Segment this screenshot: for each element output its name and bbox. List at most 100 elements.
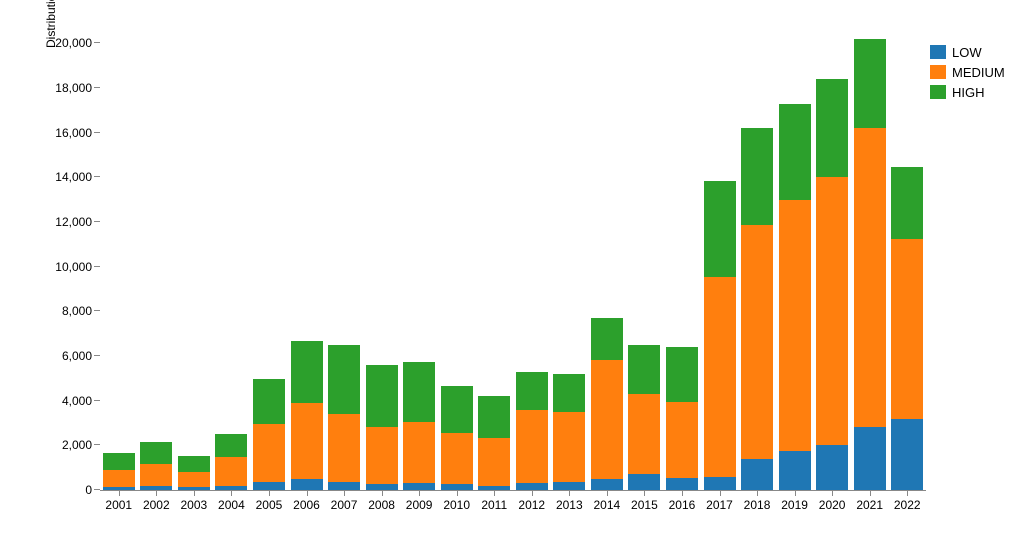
x-tick-label: 2009: [401, 498, 438, 512]
bar-segment-low: [553, 482, 585, 490]
y-tick-label: 12,000: [55, 215, 92, 229]
bar-segment-medium: [628, 394, 660, 474]
bar-segment-low: [403, 483, 435, 490]
legend-label: MEDIUM: [952, 65, 1005, 80]
bar-segment-low: [328, 482, 360, 490]
x-tick-label: 2011: [476, 498, 513, 512]
bar-segment-high: [215, 434, 247, 456]
bar-segment-medium: [779, 200, 811, 451]
y-tick-label: 8,000: [62, 304, 92, 318]
bar-segment-medium: [253, 424, 285, 482]
bar-segment-low: [441, 484, 473, 490]
y-tick-label: 4,000: [62, 394, 92, 408]
legend: LOW MEDIUM HIGH: [930, 42, 1005, 102]
bar-segment-high: [441, 386, 473, 433]
x-tick-label: 2014: [588, 498, 625, 512]
legend-swatch: [930, 65, 946, 79]
bar-segment-medium: [103, 470, 135, 487]
x-tick-label: 2004: [213, 498, 250, 512]
bar-segment-low: [103, 487, 135, 490]
bar-segment-medium: [215, 457, 247, 486]
legend-item: HIGH: [930, 82, 1005, 102]
bar-segment-medium: [666, 402, 698, 478]
bar-segment-low: [816, 445, 848, 490]
x-tick-label: 2018: [739, 498, 776, 512]
bar-segment-low: [178, 487, 210, 490]
bar-segment-high: [328, 345, 360, 414]
bar-segment-low: [253, 482, 285, 490]
x-tick-label: 2008: [363, 498, 400, 512]
x-tick-label: 2007: [326, 498, 363, 512]
y-tick-label: 6,000: [62, 349, 92, 363]
bar-segment-medium: [366, 427, 398, 484]
bar-segment-low: [854, 427, 886, 490]
legend-swatch: [930, 45, 946, 59]
bar-segment-high: [140, 442, 172, 464]
y-tick-label: 14,000: [55, 170, 92, 184]
x-tick-label: 2012: [513, 498, 550, 512]
bar-segment-high: [178, 456, 210, 472]
bar-segment-high: [628, 345, 660, 394]
bar-segment-medium: [516, 410, 548, 484]
bar-segment-medium: [403, 422, 435, 483]
x-tick-label: 2017: [701, 498, 738, 512]
x-tick-label: 2020: [814, 498, 851, 512]
y-tick-label: 2,000: [62, 438, 92, 452]
bar-segment-high: [891, 167, 923, 238]
bar-segment-medium: [140, 464, 172, 486]
x-tick-label: 2016: [663, 498, 700, 512]
bar-segment-low: [516, 483, 548, 490]
bar-segment-high: [366, 365, 398, 428]
x-tick-label: 2006: [288, 498, 325, 512]
x-tick-label: 2019: [776, 498, 813, 512]
bar-segment-medium: [291, 403, 323, 479]
y-tick-label: 16,000: [55, 126, 92, 140]
bar-segment-low: [291, 479, 323, 490]
x-tick-label: 2022: [889, 498, 926, 512]
bar-segment-low: [215, 486, 247, 490]
bar-segment-high: [666, 347, 698, 402]
y-tick-label: 20,000: [55, 36, 92, 50]
bar-segment-low: [628, 474, 660, 490]
y-tick-label: 0: [85, 483, 92, 497]
bar-segment-low: [741, 459, 773, 490]
bar-segment-low: [704, 477, 736, 490]
x-tick-label: 2001: [100, 498, 137, 512]
bar-segment-medium: [178, 472, 210, 488]
bar-segment-high: [854, 39, 886, 128]
x-tick-label: 2021: [851, 498, 888, 512]
bar-segment-medium: [741, 225, 773, 458]
plot-area: 02,0004,0006,0008,00010,00012,00014,0001…: [100, 32, 926, 491]
bar-segment-low: [891, 419, 923, 490]
x-tick-label: 2010: [438, 498, 475, 512]
chart-container: Distribution 02,0004,0006,0008,00010,000…: [0, 0, 1011, 544]
x-tick-label: 2015: [626, 498, 663, 512]
bar-segment-low: [478, 486, 510, 490]
legend-label: HIGH: [952, 85, 985, 100]
bar-segment-high: [516, 372, 548, 410]
x-tick-label: 2002: [138, 498, 175, 512]
x-tick-label: 2005: [250, 498, 287, 512]
y-tick-label: 10,000: [55, 260, 92, 274]
bar-segment-medium: [441, 433, 473, 484]
bar-segment-high: [779, 104, 811, 200]
legend-label: LOW: [952, 45, 982, 60]
bar-segment-low: [591, 479, 623, 490]
bar-segment-high: [478, 396, 510, 437]
legend-item: MEDIUM: [930, 62, 1005, 82]
legend-item: LOW: [930, 42, 1005, 62]
bar-segment-high: [291, 341, 323, 402]
bar-segment-low: [779, 451, 811, 490]
bar-segment-high: [253, 379, 285, 424]
bar-segment-high: [704, 181, 736, 277]
bar-segment-medium: [478, 438, 510, 486]
bar-segment-medium: [816, 177, 848, 445]
legend-swatch: [930, 85, 946, 99]
bar-segment-medium: [854, 128, 886, 427]
y-tick-label: 18,000: [55, 81, 92, 95]
bar-segment-high: [403, 362, 435, 422]
bar-segment-medium: [891, 239, 923, 419]
bar-segment-medium: [591, 360, 623, 478]
bar-segment-low: [366, 484, 398, 490]
bar-segment-low: [666, 478, 698, 490]
